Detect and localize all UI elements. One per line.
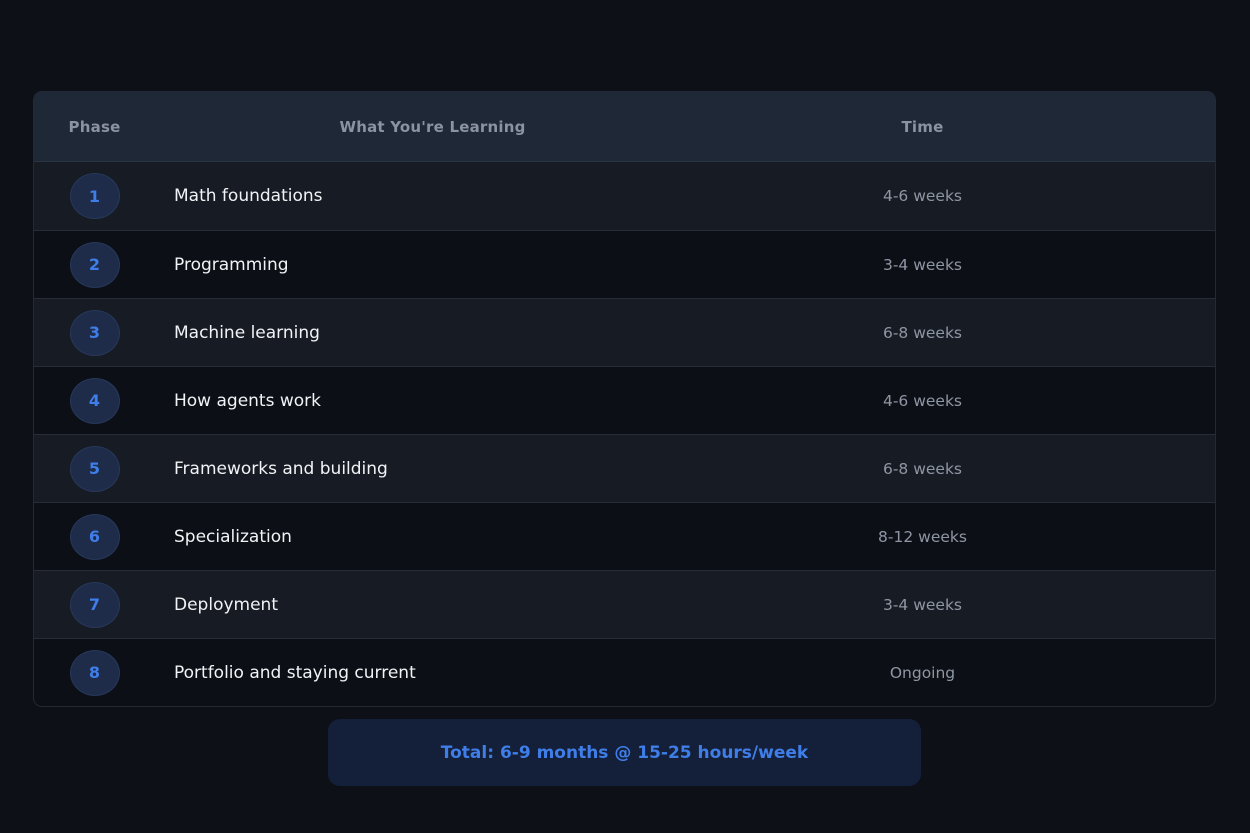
topic-cell: Programming (155, 255, 710, 275)
phase-cell: 3 (34, 309, 155, 356)
header-topic: What You're Learning (339, 117, 526, 136)
phase-cell: 6 (34, 513, 155, 560)
table-row: 7 Deployment 3-4 weeks (34, 570, 1215, 638)
total-summary-text: Total: 6-9 months @ 15-25 hours/week (440, 742, 809, 763)
topic-cell: Specialization (155, 527, 710, 547)
time-cell: 6-8 weeks (710, 324, 1215, 342)
header-phase-cell: Phase (34, 118, 155, 136)
table-body: 1 Math foundations 4-6 weeks 2 Programmi… (34, 162, 1215, 706)
time-label: 6-8 weeks (882, 459, 963, 478)
time-cell: 3-4 weeks (710, 596, 1215, 614)
phase-cell: 1 (34, 173, 155, 219)
time-cell: 4-6 weeks (710, 187, 1215, 205)
time-cell: 6-8 weeks (710, 460, 1215, 478)
topic-label: How agents work (174, 390, 321, 411)
table-row: 6 Specialization 8-12 weeks (34, 502, 1215, 570)
topic-cell: Frameworks and building (155, 459, 710, 479)
topic-cell: Portfolio and staying current (155, 663, 710, 683)
table-header: Phase What You're Learning Time (34, 92, 1215, 162)
phase-badge: 8 (69, 649, 120, 696)
phase-cell: 7 (34, 581, 155, 628)
phase-badge: 2 (69, 241, 120, 288)
phase-badge: 7 (69, 581, 120, 628)
phase-cell: 8 (34, 649, 155, 696)
topic-cell: Machine learning (155, 323, 710, 343)
table-row: 2 Programming 3-4 weeks (34, 230, 1215, 298)
phase-badge: 6 (69, 513, 120, 560)
table-row: 8 Portfolio and staying current Ongoing (34, 638, 1215, 706)
phase-cell: 4 (34, 377, 155, 424)
time-label: 3-4 weeks (882, 255, 963, 274)
total-summary-box: Total: 6-9 months @ 15-25 hours/week (328, 719, 921, 786)
time-label: 4-6 weeks (882, 187, 963, 205)
phase-cell: 2 (34, 241, 155, 288)
topic-label: Machine learning (174, 322, 320, 343)
header-topic-cell: What You're Learning (155, 118, 710, 136)
topic-cell: Math foundations (155, 186, 710, 206)
table-row: 4 How agents work 4-6 weeks (34, 366, 1215, 434)
phase-badge: 4 (69, 377, 120, 424)
time-label: 4-6 weeks (882, 391, 963, 410)
time-cell: Ongoing (710, 664, 1215, 682)
time-label: Ongoing (889, 663, 956, 682)
phase-cell: 5 (34, 445, 155, 492)
topic-label: Deployment (174, 594, 278, 615)
roadmap-page: Phase What You're Learning Time 1 Math f… (0, 0, 1250, 833)
table-row: 5 Frameworks and building 6-8 weeks (34, 434, 1215, 502)
topic-label: Math foundations (174, 186, 323, 206)
topic-label: Programming (174, 254, 289, 275)
phase-badge: 1 (69, 173, 120, 219)
header-time: Time (901, 117, 944, 136)
topic-label: Frameworks and building (174, 458, 388, 479)
header-phase: Phase (68, 117, 121, 136)
time-label: 8-12 weeks (878, 527, 967, 546)
time-label: 3-4 weeks (882, 595, 963, 614)
time-label: 6-8 weeks (882, 323, 963, 342)
table-row: 3 Machine learning 6-8 weeks (34, 298, 1215, 366)
roadmap-table: Phase What You're Learning Time 1 Math f… (33, 91, 1216, 707)
topic-label: Specialization (174, 526, 292, 547)
time-cell: 4-6 weeks (710, 392, 1215, 410)
topic-cell: How agents work (155, 391, 710, 411)
time-cell: 8-12 weeks (710, 528, 1215, 546)
table-row: 1 Math foundations 4-6 weeks (34, 162, 1215, 230)
topic-label: Portfolio and staying current (174, 662, 416, 683)
time-cell: 3-4 weeks (710, 256, 1215, 274)
header-time-cell: Time (710, 118, 1215, 136)
topic-cell: Deployment (155, 595, 710, 615)
phase-badge: 5 (69, 445, 120, 492)
phase-badge: 3 (69, 309, 120, 356)
